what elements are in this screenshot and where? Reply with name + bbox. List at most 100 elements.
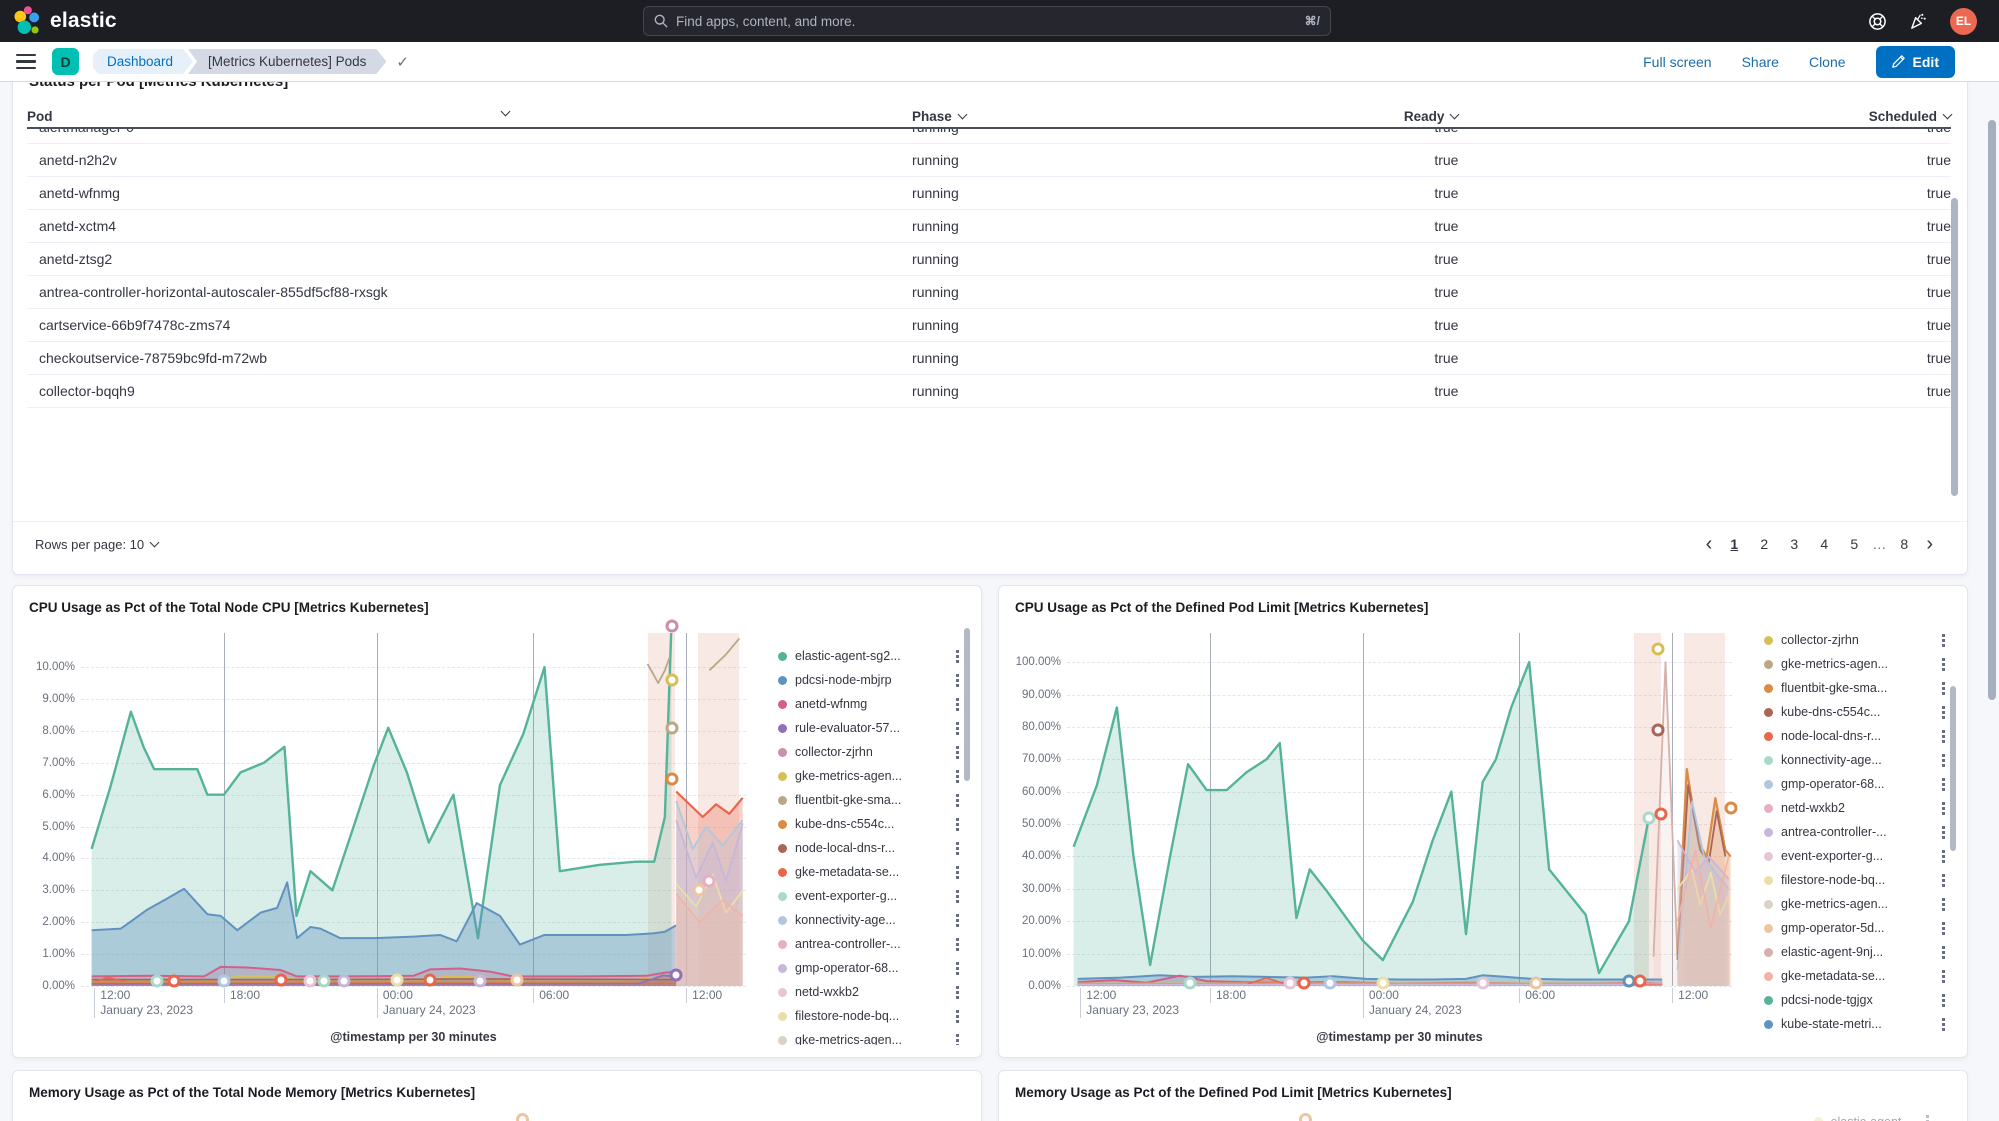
legend-actions-icon[interactable] xyxy=(1940,704,1947,721)
legend-actions-icon[interactable] xyxy=(954,720,961,737)
legend-item[interactable]: collector-zjrhn xyxy=(1764,628,1947,652)
legend-scrollbar[interactable] xyxy=(1950,686,1956,851)
chart-plot-area[interactable] xyxy=(1067,633,1732,986)
chart-plot-area[interactable] xyxy=(81,633,746,986)
legend-actions-icon[interactable] xyxy=(954,1032,961,1046)
legend-actions-icon[interactable] xyxy=(954,672,961,689)
legend-item[interactable]: event-exporter-g... xyxy=(778,884,961,908)
legend-item[interactable]: gmp-operator-5d... xyxy=(1764,916,1947,940)
legend-actions-icon[interactable] xyxy=(1940,632,1947,649)
pagination-page-5[interactable]: 5 xyxy=(1842,532,1866,556)
legend-item[interactable]: anetd-wfnmg xyxy=(778,692,961,716)
table-row[interactable]: anetd-xctm4runningtruetrue xyxy=(27,210,1951,243)
full-screen-button[interactable]: Full screen xyxy=(1643,54,1711,70)
news-feed-icon[interactable] xyxy=(1909,12,1928,31)
legend-item[interactable]: pdcsi-node-tgjgx xyxy=(1764,988,1947,1012)
legend-item[interactable]: kube-dns-c554c... xyxy=(1764,700,1947,724)
legend-item[interactable]: fluentbit-gke-sma... xyxy=(778,788,961,812)
global-search-input[interactable]: Find apps, content, and more. ⌘/ xyxy=(643,6,1331,36)
legend-item[interactable]: pdcsi-node-mbjrp xyxy=(778,668,961,692)
legend-actions-icon[interactable] xyxy=(954,768,961,785)
column-header-ready[interactable]: Ready xyxy=(1381,109,1458,124)
legend-item[interactable]: elastic-agent-sg2... xyxy=(778,644,961,668)
legend-item[interactable]: gke-metrics-agen... xyxy=(1764,892,1947,916)
edit-button[interactable]: Edit xyxy=(1876,46,1955,78)
legend-actions-icon[interactable] xyxy=(1940,872,1947,889)
legend-actions-icon[interactable] xyxy=(954,888,961,905)
help-icon[interactable] xyxy=(1868,12,1887,31)
legend-item[interactable]: fluentbit-gke-sma... xyxy=(1764,676,1947,700)
legend-item[interactable]: konnectivity-age... xyxy=(778,908,961,932)
pagination-page-8[interactable]: 8 xyxy=(1892,532,1916,556)
legend-actions-icon[interactable] xyxy=(1940,896,1947,913)
pagination-page-1[interactable]: 1 xyxy=(1722,532,1746,556)
legend-actions-icon[interactable] xyxy=(954,864,961,881)
column-header-phase[interactable]: Phase xyxy=(912,109,1381,124)
breadcrumb-dashboard[interactable]: Dashboard xyxy=(93,49,193,74)
pagination-previous-icon[interactable]: ‹ xyxy=(1702,533,1717,556)
table-scrollbar[interactable] xyxy=(1951,198,1958,496)
legend-item[interactable]: gke-metadata-se... xyxy=(778,860,961,884)
legend-actions-icon[interactable] xyxy=(954,696,961,713)
table-row[interactable]: antrea-controller-horizontal-autoscaler-… xyxy=(27,276,1951,309)
legend-item[interactable]: elastic-agent-9nj... xyxy=(1764,940,1947,964)
legend-item[interactable]: rule-evaluator-57... xyxy=(778,716,961,740)
legend-actions-icon[interactable] xyxy=(1940,824,1947,841)
column-header-scheduled[interactable]: Scheduled xyxy=(1458,109,1951,124)
legend-actions-icon[interactable] xyxy=(1940,680,1947,697)
rows-per-page-selector[interactable]: Rows per page: 10 xyxy=(35,537,158,552)
legend-item[interactable]: antrea-controller-... xyxy=(778,932,961,956)
legend-actions-icon[interactable] xyxy=(954,744,961,761)
table-row[interactable]: checkoutservice-78759bc9fd-m72wbrunningt… xyxy=(27,342,1951,375)
pagination-page-2[interactable]: 2 xyxy=(1752,532,1776,556)
pagination-page-3[interactable]: 3 xyxy=(1782,532,1806,556)
legend-actions-icon[interactable] xyxy=(954,792,961,809)
legend-item[interactable]: gke-metadata-se... xyxy=(1764,964,1947,988)
legend-item[interactable]: konnectivity-age... xyxy=(1764,748,1947,772)
legend-item[interactable]: event-exporter-g... xyxy=(1764,844,1947,868)
legend-actions-icon[interactable] xyxy=(954,960,961,977)
page-scrollbar[interactable] xyxy=(1988,120,1996,700)
legend-actions-icon[interactable] xyxy=(1940,800,1947,817)
legend-actions-icon[interactable] xyxy=(1940,968,1947,985)
legend-item[interactable]: gmp-operator-68... xyxy=(1764,772,1947,796)
legend-item[interactable]: collector-zjrhn xyxy=(778,740,961,764)
table-row[interactable]: anetd-n2h2vrunningtruetrue xyxy=(27,144,1951,177)
legend-scrollbar[interactable] xyxy=(964,628,970,781)
legend-actions-icon[interactable] xyxy=(954,912,961,929)
elastic-logo[interactable]: elastic xyxy=(0,4,117,38)
legend-actions-icon[interactable] xyxy=(954,648,961,665)
legend-actions-icon[interactable] xyxy=(1940,728,1947,745)
legend-item[interactable]: kube-state-metri... xyxy=(1764,1012,1947,1036)
column-header-pod[interactable]: Pod xyxy=(27,109,912,124)
legend-item[interactable]: gke-metrics-agen... xyxy=(778,764,961,788)
pagination-next-icon[interactable]: › xyxy=(1922,533,1937,556)
legend-actions-icon[interactable] xyxy=(1924,1113,1931,1121)
legend-actions-icon[interactable] xyxy=(1940,920,1947,937)
legend-item[interactable]: gke-metrics-agen... xyxy=(778,1028,961,1045)
legend-item[interactable]: filestore-node-bq... xyxy=(1764,868,1947,892)
legend-actions-icon[interactable] xyxy=(1940,776,1947,793)
legend-actions-icon[interactable] xyxy=(954,984,961,1001)
pagination-page-4[interactable]: 4 xyxy=(1812,532,1836,556)
table-row[interactable]: cartservice-66b9f7478c-zms74runningtruet… xyxy=(27,309,1951,342)
legend-actions-icon[interactable] xyxy=(1940,848,1947,865)
legend-item[interactable]: node-local-dns-r... xyxy=(778,836,961,860)
legend-actions-icon[interactable] xyxy=(1940,944,1947,961)
legend-actions-icon[interactable] xyxy=(954,816,961,833)
legend-actions-icon[interactable] xyxy=(1940,656,1947,673)
legend-item[interactable]: filestore-node-bq... xyxy=(778,1004,961,1028)
user-avatar[interactable]: EL xyxy=(1950,8,1977,35)
table-row[interactable]: anetd-ztsg2runningtruetrue xyxy=(27,243,1951,276)
table-row[interactable]: collector-bqqh9runningtruetrue xyxy=(27,375,1951,408)
legend-item[interactable]: kube-dns-c554c... xyxy=(778,812,961,836)
legend-actions-icon[interactable] xyxy=(1940,752,1947,769)
legend-item[interactable]: netd-wxkb2 xyxy=(1764,796,1947,820)
space-badge[interactable]: D xyxy=(52,48,79,75)
clone-button[interactable]: Clone xyxy=(1809,54,1846,70)
legend-actions-icon[interactable] xyxy=(1940,1016,1947,1033)
legend-item[interactable]: netd-wxkb2 xyxy=(778,980,961,1004)
legend-item[interactable]: gmp-operator-68... xyxy=(778,956,961,980)
legend-item[interactable]: antrea-controller-... xyxy=(1764,820,1947,844)
legend-item[interactable]: node-local-dns-r... xyxy=(1764,724,1947,748)
